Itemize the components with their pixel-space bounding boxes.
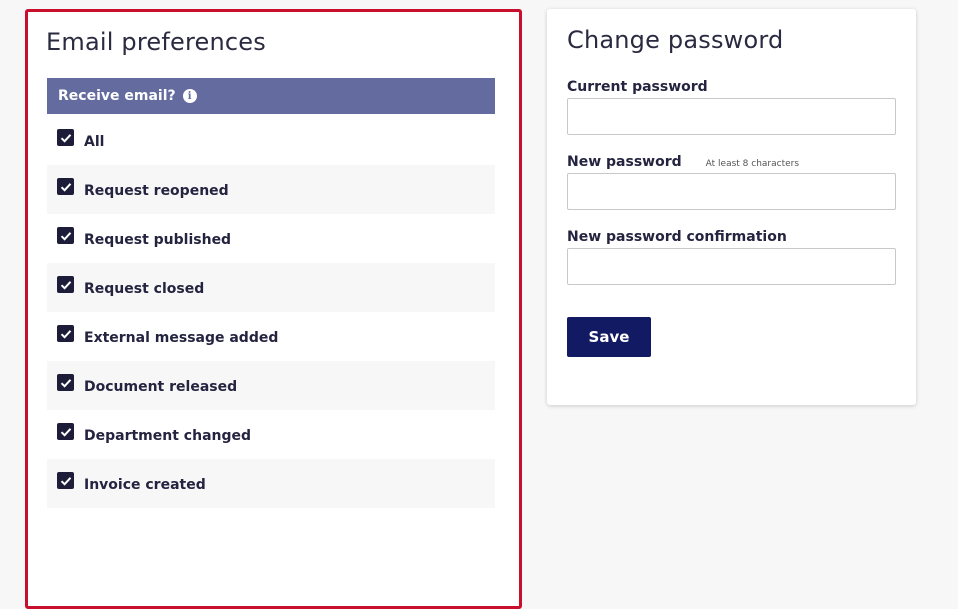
preference-row-invoice-created[interactable]: Invoice created [47, 459, 495, 508]
save-button[interactable]: Save [567, 317, 651, 357]
preference-row-request-published[interactable]: Request published [47, 214, 495, 263]
preference-label: Request closed [84, 280, 205, 297]
change-password-card: Change password Current password New pas… [547, 9, 916, 405]
checkmark-icon [60, 231, 71, 241]
preference-row-document-released[interactable]: Document released [47, 361, 495, 410]
preference-label: Request published [84, 231, 232, 248]
new-password-confirmation-label: New password confirmation [567, 229, 787, 245]
checkbox-department-changed[interactable] [57, 423, 74, 440]
preference-row-request-closed[interactable]: Request closed [47, 263, 495, 312]
new-password-confirmation-label-text: New password confirmation [567, 229, 787, 245]
checkmark-icon [60, 133, 71, 143]
preference-label: Request reopened [84, 182, 229, 199]
checkbox-request-published[interactable] [57, 227, 74, 244]
new-password-label: New password At least 8 characters [567, 154, 799, 170]
preference-row-department-changed[interactable]: Department changed [47, 410, 495, 459]
preference-row-request-reopened[interactable]: Request reopened [47, 165, 495, 214]
change-password-title: Change password [567, 26, 784, 54]
checkbox-request-reopened[interactable] [57, 178, 74, 195]
new-password-input[interactable] [567, 173, 896, 210]
new-password-hint: At least 8 characters [705, 159, 800, 169]
checkmark-icon [60, 182, 71, 192]
checkmark-icon [60, 476, 71, 486]
checkbox-request-closed[interactable] [57, 276, 74, 293]
checkbox-all[interactable] [57, 129, 74, 146]
preference-row-all[interactable]: All [47, 116, 495, 165]
checkmark-icon [60, 378, 71, 388]
checkmark-icon [60, 280, 71, 290]
preference-label: Department changed [84, 427, 252, 444]
checkbox-external-message-added[interactable] [57, 325, 74, 342]
current-password-input[interactable] [567, 98, 896, 135]
preference-label: Document released [84, 378, 238, 395]
new-password-confirmation-input[interactable] [567, 248, 896, 285]
email-preferences-card: Email preferences Receive email? i All R… [25, 9, 522, 609]
current-password-label: Current password [567, 79, 708, 95]
preference-label: Invoice created [84, 476, 206, 493]
checkmark-icon [60, 427, 71, 437]
new-password-label-text: New password [567, 154, 682, 170]
current-password-label-text: Current password [567, 79, 708, 95]
email-preference-list: All Request reopened Request published R… [47, 116, 495, 508]
preference-row-external-message-added[interactable]: External message added [47, 312, 495, 361]
info-icon[interactable]: i [182, 89, 197, 103]
preference-label: External message added [84, 329, 279, 346]
checkmark-icon [60, 329, 71, 339]
preference-label: All [84, 133, 105, 150]
email-preferences-title: Email preferences [46, 28, 266, 56]
checkbox-document-released[interactable] [57, 374, 74, 391]
receive-email-header: Receive email? i [47, 78, 495, 114]
checkbox-invoice-created[interactable] [57, 472, 74, 489]
receive-email-label: Receive email? [58, 88, 176, 104]
